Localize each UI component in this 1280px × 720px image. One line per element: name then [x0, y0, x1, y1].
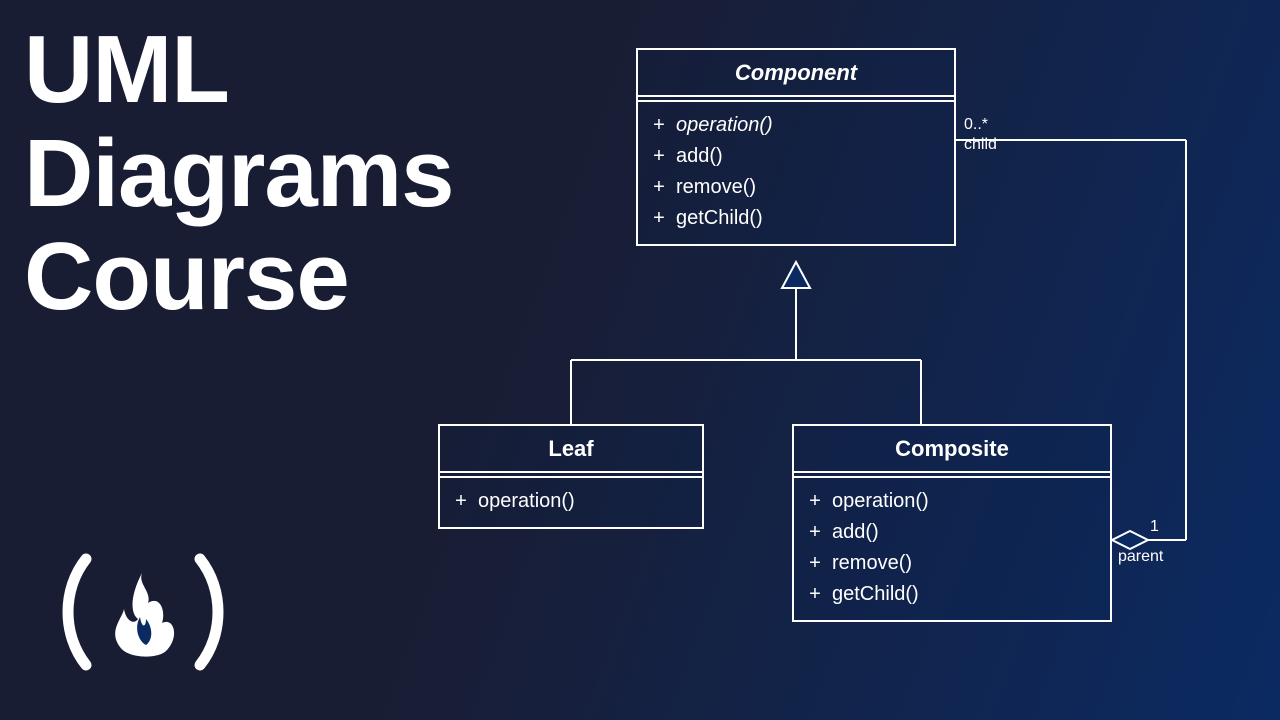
role-child: child: [964, 136, 997, 154]
role-parent: parent: [1118, 548, 1163, 566]
class-component-name: Component: [638, 50, 954, 97]
uml-class-diagram: 0..* child 1 parent Component +operation…: [0, 0, 1280, 720]
multiplicity-parent: 1: [1150, 518, 1159, 536]
class-composite-operations: +operation() +add() +remove() +getChild(…: [794, 478, 1110, 620]
multiplicity-child: 0..*: [964, 116, 988, 134]
class-component: Component +operation() +add() +remove() …: [636, 48, 956, 246]
class-leaf-name: Leaf: [440, 426, 702, 473]
class-component-operations: +operation() +add() +remove() +getChild(…: [638, 102, 954, 244]
class-composite-name: Composite: [794, 426, 1110, 473]
class-composite: Composite +operation() +add() +remove() …: [792, 424, 1112, 622]
class-leaf: Leaf +operation(): [438, 424, 704, 529]
class-leaf-operations: +operation(): [440, 478, 702, 527]
